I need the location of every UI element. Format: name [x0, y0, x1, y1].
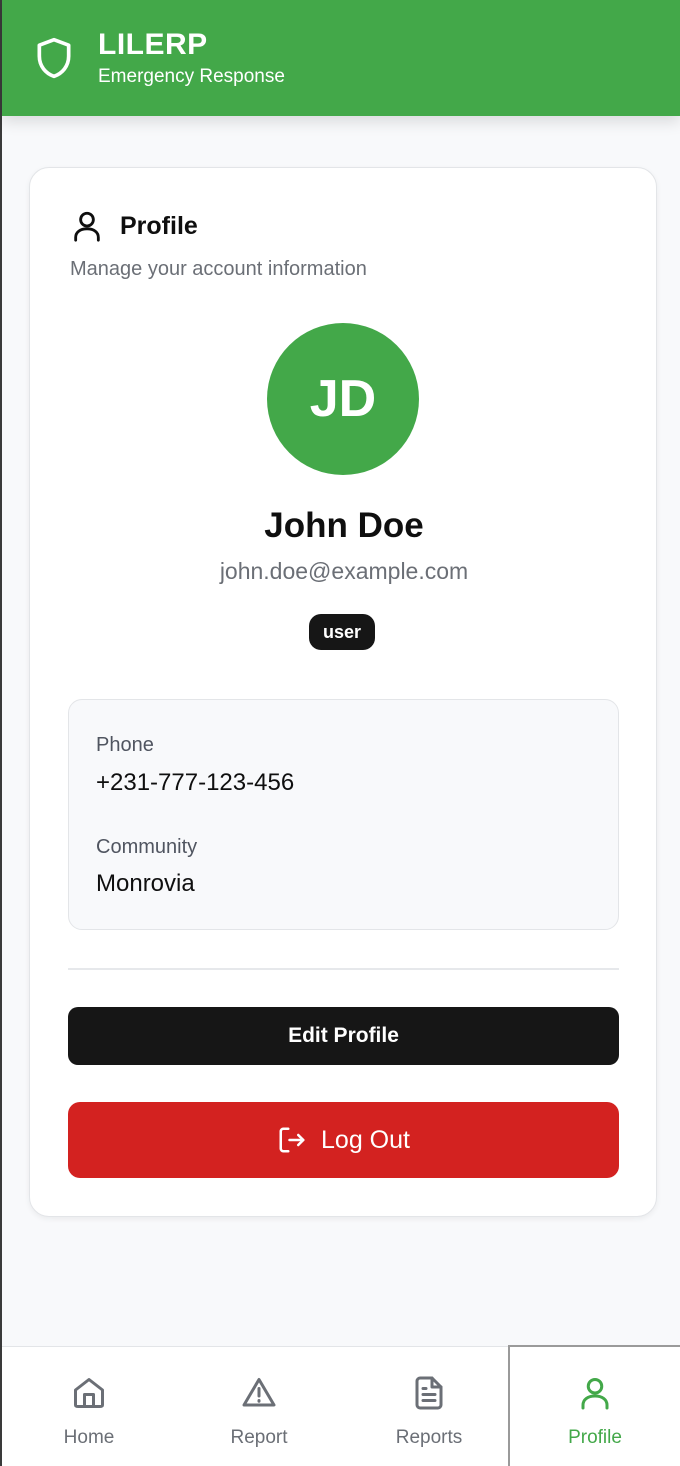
log-out-icon [279, 1127, 305, 1153]
nav-item-profile[interactable]: Profile [508, 1345, 680, 1466]
nav-label-profile: Profile [568, 1427, 622, 1448]
logout-button[interactable]: Log Out [68, 1102, 619, 1178]
profile-card: Profile Manage your account information … [29, 167, 657, 1217]
user-icon [581, 1378, 609, 1410]
user-icon [74, 211, 100, 242]
nav-item-report[interactable]: Report [174, 1347, 344, 1466]
bottom-nav: Home Report Reports Profile [2, 1345, 680, 1466]
card-header: Profile [70, 208, 198, 244]
divider [68, 968, 619, 970]
phone-label: Phone [96, 734, 154, 756]
nav-label-home: Home [63, 1427, 115, 1448]
app-header: LILERP Emergency Response [2, 0, 680, 116]
nav-label-reports: Reports [395, 1427, 463, 1448]
home-icon [74, 1378, 104, 1408]
community-value: Monrovia [96, 870, 195, 897]
edit-profile-button[interactable]: Edit Profile [68, 1007, 619, 1065]
community-label: Community [96, 836, 198, 858]
header-titles: LILERP Emergency Response [98, 28, 285, 88]
card-title: Profile [120, 211, 198, 240]
alert-triangle-icon [242, 1378, 276, 1407]
user-email: john.doe@example.com [219, 558, 469, 584]
avatar: JD [267, 323, 419, 475]
edit-profile-label: Edit Profile [288, 1024, 399, 1047]
file-text-icon [415, 1376, 443, 1410]
app-subtitle: Emergency Response [98, 66, 285, 87]
card-description: Manage your account information [70, 258, 367, 280]
nav-item-home[interactable]: Home [4, 1347, 174, 1466]
app-page: LILERP Emergency Response Profile Manage… [0, 0, 680, 1466]
user-name: John Doe [264, 506, 424, 545]
shield-icon [37, 37, 71, 79]
info-box: Phone +231-777-123-456 Community Monrovi… [68, 699, 619, 930]
role-badge: user [309, 614, 376, 650]
nav-label-report: Report [230, 1427, 288, 1448]
logout-label: Log Out [321, 1125, 410, 1154]
app-title: LILERP [98, 28, 208, 61]
nav-item-reports[interactable]: Reports [344, 1347, 514, 1466]
phone-value: +231-777-123-456 [96, 769, 295, 796]
